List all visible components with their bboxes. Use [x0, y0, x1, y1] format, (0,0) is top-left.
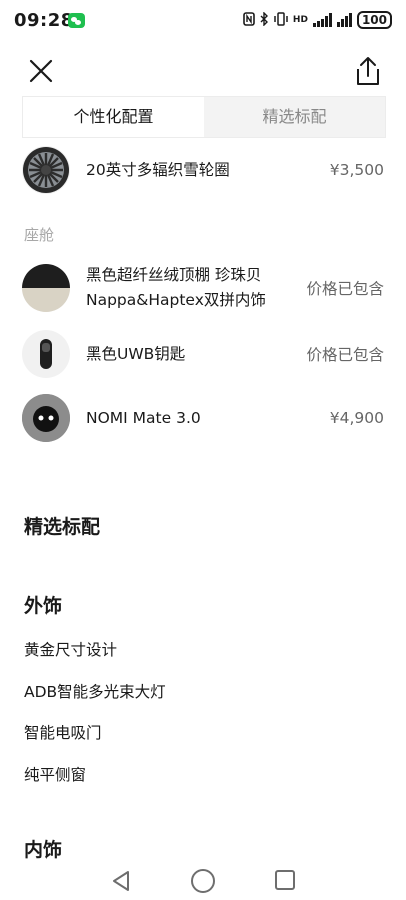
- feature-item: 纯平侧窗: [24, 766, 87, 784]
- section-title-cabin: 座舱: [24, 226, 55, 244]
- wheel-thumbnail: [22, 146, 70, 194]
- wechat-icon: [68, 13, 85, 28]
- option-label: 黑色超纤丝绒顶棚 珍珠贝 Nappa&Haptex双拼内饰: [86, 263, 306, 313]
- share-icon: [357, 57, 379, 85]
- feature-item: 智能电吸门: [24, 724, 102, 742]
- section-title-standard: 精选标配: [24, 516, 101, 538]
- option-label-line2: Nappa&Haptex双拼内饰: [86, 291, 266, 309]
- nomi-thumbnail: [22, 394, 70, 442]
- battery-icon: 100: [356, 11, 392, 29]
- status-icons: HD 100: [243, 10, 392, 29]
- tab-personalized-config[interactable]: 个性化配置: [23, 97, 204, 137]
- signal-icon: [312, 13, 332, 27]
- option-row-wheel[interactable]: 20英寸多辐织雪轮圈 ¥3,500: [22, 146, 384, 194]
- feature-item: ADB智能多光束大灯: [24, 683, 166, 701]
- section-title-exterior: 外饰: [24, 595, 63, 617]
- system-nav-bar: [0, 858, 406, 900]
- back-icon[interactable]: [111, 870, 131, 896]
- share-button[interactable]: [352, 54, 384, 88]
- option-label-line1: 黑色超纤丝绒顶棚 珍珠贝: [86, 266, 262, 284]
- option-price: ¥3,500: [329, 161, 384, 179]
- bluetooth-icon: [260, 10, 269, 29]
- vibrate-icon: [274, 11, 288, 29]
- status-bar: 09:28 HD 100: [0, 0, 406, 40]
- option-price: 价格已包含: [306, 346, 384, 364]
- status-time: 09:28: [14, 10, 74, 31]
- config-tabs: 个性化配置 精选标配: [22, 96, 386, 138]
- option-label: NOMI Mate 3.0: [86, 408, 201, 427]
- close-button[interactable]: [24, 54, 58, 88]
- option-row-nomi[interactable]: NOMI Mate 3.0 ¥4,900: [22, 394, 384, 442]
- interior-thumbnail: [22, 264, 70, 312]
- recents-icon[interactable]: [275, 870, 295, 890]
- option-price: ¥4,900: [329, 409, 384, 427]
- option-row-interior[interactable]: 黑色超纤丝绒顶棚 珍珠贝 Nappa&Haptex双拼内饰 价格已包含: [22, 263, 384, 313]
- option-row-uwb-key[interactable]: 黑色UWB钥匙 价格已包含: [22, 330, 384, 378]
- option-label: 20英寸多辐织雪轮圈: [86, 160, 230, 179]
- option-label: 黑色UWB钥匙: [86, 344, 186, 363]
- home-icon[interactable]: [191, 869, 215, 893]
- hd-icon: HD: [292, 15, 308, 25]
- signal-icon: [336, 13, 352, 27]
- tab-selected-standard[interactable]: 精选标配: [204, 97, 385, 137]
- uwb-key-thumbnail: [22, 330, 70, 378]
- nfc-icon: [243, 11, 255, 29]
- feature-item: 黄金尺寸设计: [24, 641, 118, 659]
- close-icon: [29, 59, 53, 83]
- option-price: 价格已包含: [306, 280, 384, 298]
